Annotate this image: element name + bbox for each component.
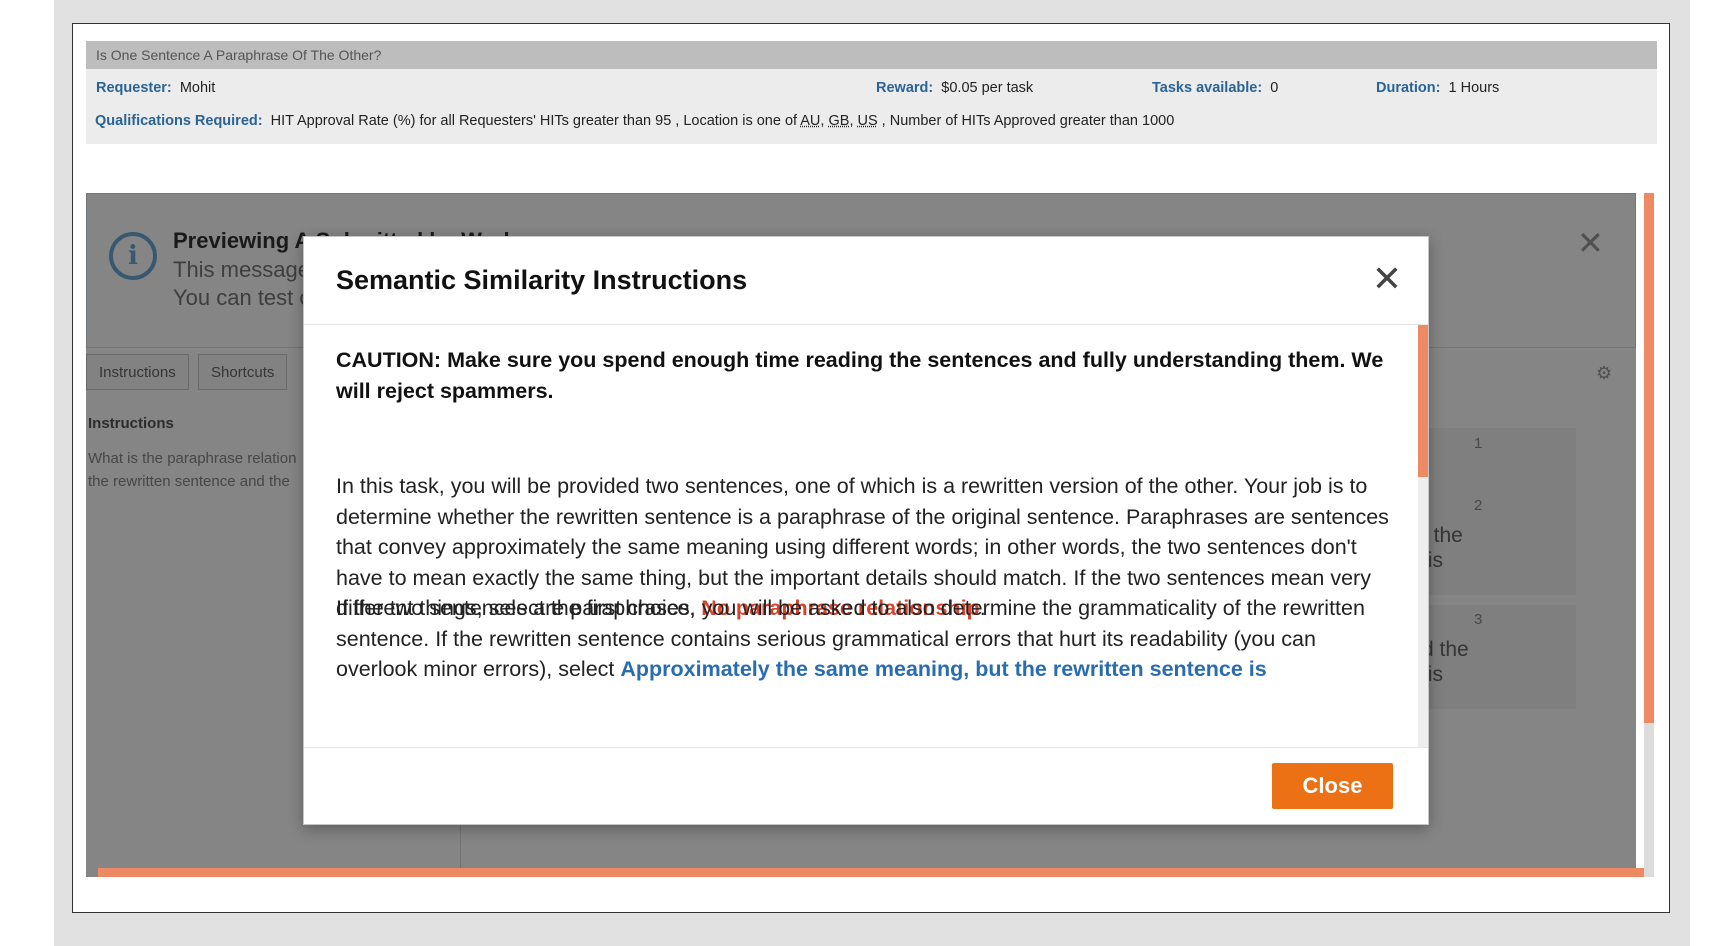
page-scrollbar-track[interactable] — [1644, 723, 1654, 877]
instructions-paragraph-2: If the two sentences are paraphrases, yo… — [336, 593, 1396, 685]
close-icon[interactable]: ✕ — [1368, 259, 1406, 299]
tasks-info: Tasks available: 0 — [1152, 80, 1278, 96]
tasks-label: Tasks available: — [1152, 80, 1263, 96]
horizontal-scrollbar[interactable] — [98, 868, 1644, 877]
reward-label: Reward: — [876, 80, 934, 96]
right-margin — [1690, 0, 1734, 946]
qualifications-text-2: , Number of HITs Approved greater than 1… — [877, 113, 1175, 129]
location-gb: GB — [828, 113, 850, 129]
location-au: AU — [800, 113, 821, 129]
duration-value: 1 Hours — [1448, 80, 1500, 96]
approx-same-meaning-label: Approximately the same meaning, but the … — [620, 657, 1267, 681]
reward-info: Reward: $0.05 per task — [876, 80, 1033, 96]
modal-header: Semantic Similarity Instructions ✕ — [304, 237, 1428, 325]
modal-footer: Close — [304, 747, 1428, 826]
hit-title: Is One Sentence A Paraphrase Of The Othe… — [86, 41, 1657, 69]
caution-text: CAUTION: Make sure you spend enough time… — [336, 348, 1384, 403]
modal-title: Semantic Similarity Instructions — [336, 265, 748, 295]
qualifications-info: Qualifications Required: HIT Approval Ra… — [95, 113, 1175, 129]
hit-info-panel: Requester: Mohit Reward: $0.05 per task … — [86, 69, 1657, 144]
requester-label: Requester: — [96, 80, 172, 96]
close-button[interactable]: Close — [1272, 763, 1393, 809]
modal-body[interactable]: CAUTION: Make sure you spend enough time… — [304, 325, 1418, 747]
reward-value: $0.05 per task — [941, 80, 1034, 96]
duration-label: Duration: — [1376, 80, 1441, 96]
location-us: US — [857, 113, 878, 129]
page-scrollbar-thumb[interactable] — [1644, 193, 1654, 723]
left-margin — [0, 0, 54, 946]
tasks-value: 0 — [1270, 80, 1279, 96]
qualifications-label: Qualifications Required: — [95, 113, 263, 129]
qualifications-text-1: HIT Approval Rate (%) for all Requesters… — [270, 113, 801, 129]
instructions-modal: Semantic Similarity Instructions ✕ CAUTI… — [303, 236, 1429, 825]
duration-info: Duration: 1 Hours — [1376, 80, 1499, 96]
modal-scrollbar-thumb[interactable] — [1418, 325, 1428, 477]
requester-info: Requester: Mohit — [96, 80, 215, 96]
requester-name[interactable]: Mohit — [180, 80, 215, 96]
